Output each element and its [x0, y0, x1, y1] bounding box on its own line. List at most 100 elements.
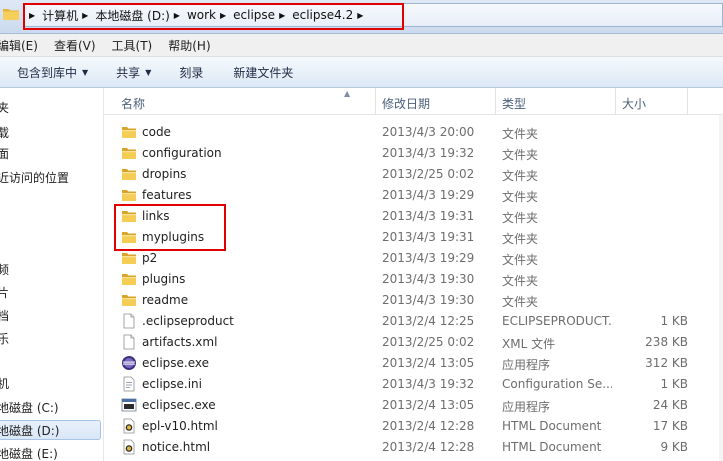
html-file-icon: [121, 439, 137, 455]
file-type: HTML Document: [502, 419, 602, 433]
file-date: 2013/4/3 19:29: [382, 188, 475, 202]
html-file-icon: [121, 418, 137, 434]
folder-icon: [121, 166, 137, 182]
file-row[interactable]: .eclipseproduct 2013/2/4 12:25 ECLIPSEPROD…: [104, 311, 723, 332]
file-row[interactable]: code 2013/4/3 20:00 文件夹: [104, 122, 723, 143]
file-size: 17 KB: [652, 419, 688, 433]
menu-edit[interactable]: 编辑(E): [0, 37, 38, 54]
file-name: eclipse.exe: [142, 356, 210, 370]
file-type: 应用程序: [502, 400, 551, 414]
file-type: 文件夹: [502, 148, 539, 162]
file-date: 2013/2/25 0:02: [382, 167, 475, 181]
nav-item-recent-places[interactable]: 近访问的位置: [0, 168, 69, 188]
file-row[interactable]: notice.html 2013/2/4 12:28 HTML Document 9 …: [104, 437, 723, 458]
address-bar: ▶ 计算机 ▶ 本地磁盘 (D:) ▶ work ▶ eclipse ▶ ecl…: [0, 0, 723, 34]
nav-item-desktop[interactable]: 面: [0, 144, 9, 164]
file-size: 1 KB: [660, 314, 688, 328]
column-header-date[interactable]: 修改日期: [382, 95, 430, 112]
file-row[interactable]: eclipsec.exe 2013/2/4 13:05 应用程序 24 KB: [104, 395, 723, 416]
menu-view[interactable]: 查看(V): [54, 37, 96, 54]
file-row[interactable]: p2 2013/4/3 19:29 文件夹: [104, 248, 723, 269]
config-file-icon: [121, 376, 137, 392]
menu-help[interactable]: 帮助(H): [168, 37, 210, 54]
nav-item-computer[interactable]: 机: [0, 374, 9, 394]
file-row[interactable]: eclipse.exe 2013/2/4 13:05 应用程序 312 KB: [104, 353, 723, 374]
file-size: 9 KB: [660, 440, 688, 454]
menu-tools[interactable]: 工具(T): [112, 37, 153, 54]
vertical-scrollbar[interactable]: [719, 115, 723, 461]
column-divider[interactable]: [615, 88, 616, 115]
share-button[interactable]: 共享 ▼: [116, 64, 151, 81]
file-name: notice.html: [142, 440, 211, 454]
file-row[interactable]: plugins 2013/4/3 19:30 文件夹: [104, 269, 723, 290]
file-row[interactable]: readme 2013/4/3 19:30 文件夹: [104, 290, 723, 311]
file-type: HTML Document: [502, 440, 602, 454]
file-row[interactable]: features 2013/4/3 19:29 文件夹: [104, 185, 723, 206]
file-date: 2013/4/3 19:29: [382, 251, 475, 265]
command-bar: 包含到库中 ▼ 共享 ▼ 刻录 新建文件夹: [0, 57, 723, 88]
column-header-type[interactable]: 类型: [502, 95, 526, 112]
file-row[interactable]: dropins 2013/2/25 0:02 文件夹: [104, 164, 723, 185]
file-icon: [121, 313, 137, 329]
folder-icon: [121, 145, 137, 161]
file-type: 应用程序: [502, 358, 551, 372]
file-type: 文件夹: [502, 169, 539, 183]
column-divider[interactable]: [495, 88, 496, 115]
file-size: 24 KB: [652, 398, 688, 412]
folder-icon: [121, 250, 137, 266]
nav-item-documents[interactable]: 档: [0, 306, 9, 326]
file-type: 文件夹: [502, 232, 539, 246]
menu-bar: 编辑(E) 查看(V) 工具(T) 帮助(H): [0, 34, 723, 57]
column-header-size[interactable]: 大小: [622, 95, 646, 112]
file-date: 2013/2/4 12:28: [382, 419, 475, 433]
console-app-icon: [121, 397, 137, 413]
navigation-pane: 夹 载 面 近访问的位置 频 片 档 乐 机 地磁盘 (C:) 地磁盘 (D:)…: [0, 88, 104, 461]
file-row[interactable]: artifacts.xml 2013/2/25 0:02 XML 文件 238 KB: [104, 332, 723, 353]
nav-item-drive-d[interactable]: 地磁盘 (D:): [0, 420, 101, 440]
file-date: 2013/4/3 20:00: [382, 125, 475, 139]
file-date: 2013/4/3 19:30: [382, 272, 475, 286]
include-in-library-button[interactable]: 包含到库中 ▼: [17, 64, 88, 81]
nav-item-pictures[interactable]: 片: [0, 283, 9, 303]
column-header-name[interactable]: 名称: [121, 95, 145, 112]
file-row[interactable]: configuration 2013/4/3 19:32 文件夹: [104, 143, 723, 164]
file-date: 2013/4/3 19:31: [382, 230, 475, 244]
file-date: 2013/4/3 19:32: [382, 377, 475, 391]
file-date: 2013/2/4 12:28: [382, 440, 475, 454]
file-icon: [121, 334, 137, 350]
eclipse-app-icon: [121, 355, 137, 371]
file-size: 1 KB: [660, 377, 688, 391]
file-date: 2013/2/4 12:25: [382, 314, 475, 328]
include-in-library-label: 包含到库中: [17, 65, 78, 80]
file-name: plugins: [142, 272, 186, 286]
file-size: 238 KB: [645, 335, 688, 349]
nav-item-music[interactable]: 乐: [0, 329, 9, 349]
file-date: 2013/2/4 13:05: [382, 356, 475, 370]
file-row[interactable]: eclipse.ini 2013/4/3 19:32 Configuration S…: [104, 374, 723, 395]
column-divider[interactable]: [375, 88, 376, 115]
file-type: 文件夹: [502, 211, 539, 225]
nav-item-favorites[interactable]: 夹: [0, 98, 9, 118]
burn-button[interactable]: 刻录: [179, 64, 203, 81]
file-name: features: [142, 188, 192, 202]
nav-item-drive-c[interactable]: 地磁盘 (C:): [0, 398, 59, 418]
nav-item-downloads[interactable]: 载: [0, 123, 9, 143]
nav-item-drive-e[interactable]: 地磁盘 (E:): [0, 444, 58, 461]
file-type: ECLIPSEPRODUCT...: [502, 314, 612, 328]
file-date: 2013/4/3 19:30: [382, 293, 475, 307]
file-date: 2013/4/3 19:31: [382, 209, 475, 223]
nav-item-drive-d-label: 地磁盘 (D:): [0, 424, 60, 438]
new-folder-button[interactable]: 新建文件夹: [233, 64, 293, 81]
highlight-box: [114, 204, 226, 251]
chevron-down-icon: ▼: [82, 67, 89, 77]
file-name: eclipsec.exe: [142, 398, 216, 412]
file-date: 2013/2/25 0:02: [382, 335, 475, 349]
file-name: eclipse.ini: [142, 377, 202, 391]
file-type: 文件夹: [502, 190, 539, 204]
nav-item-videos[interactable]: 频: [0, 260, 9, 280]
file-name: readme: [142, 293, 189, 307]
column-header-row: ▲ 名称 修改日期 类型 大小: [104, 88, 723, 115]
column-divider[interactable]: [687, 88, 688, 115]
file-type: XML 文件: [502, 337, 556, 351]
file-row[interactable]: epl-v10.html 2013/2/4 12:28 HTML Document 1…: [104, 416, 723, 437]
